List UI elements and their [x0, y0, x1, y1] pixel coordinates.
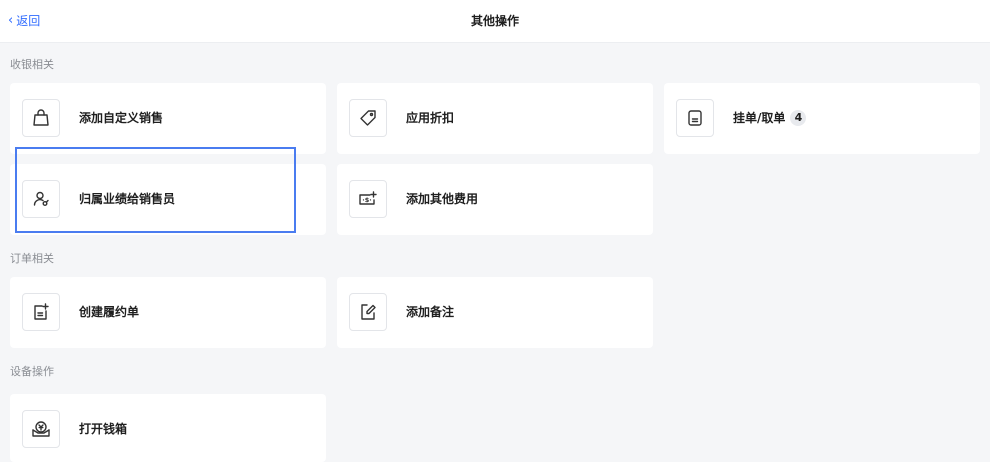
edit-note-icon	[349, 293, 387, 331]
add-note-label: 添加备注	[406, 305, 455, 319]
custom-sale-label: 添加自定义销售	[79, 111, 164, 125]
cash-drawer-icon	[22, 410, 60, 448]
hold-order-label: 挂单/取单 4	[733, 110, 807, 126]
document-icon	[676, 99, 714, 137]
create-fulfillment-label: 创建履约单	[79, 305, 140, 319]
document-add-icon	[22, 293, 60, 331]
hold-order-card[interactable]: 挂单/取单 4	[664, 83, 980, 154]
svg-text:·$·: ·$·	[362, 196, 371, 204]
shopping-bag-icon	[22, 99, 60, 137]
price-tag-icon	[349, 99, 387, 137]
section-title-checkout: 收银相关	[10, 58, 54, 71]
add-note-card[interactable]: 添加备注	[337, 277, 653, 348]
custom-sale-card[interactable]: 添加自定义销售	[10, 83, 326, 154]
section-title-order: 订单相关	[10, 252, 54, 265]
discount-label: 应用折扣	[406, 111, 455, 125]
open-cash-drawer-label: 打开钱箱	[79, 422, 128, 436]
section-title-device: 设备操作	[10, 365, 54, 378]
page-title: 其他操作	[470, 14, 519, 28]
other-fee-label: 添加其他费用	[406, 192, 479, 206]
open-cash-drawer-card[interactable]: 打开钱箱	[10, 394, 326, 462]
user-assign-icon	[22, 180, 60, 218]
assign-sales-label: 归属业绩给销售员	[79, 192, 176, 206]
create-fulfillment-card[interactable]: 创建履约单	[10, 277, 326, 348]
hold-order-count-badge: 4	[790, 110, 807, 126]
assign-sales-card[interactable]: 归属业绩给销售员	[10, 164, 326, 235]
top-bar: ‹ 返回 其他操作	[0, 0, 990, 43]
other-fee-card[interactable]: ·$· 添加其他费用	[337, 164, 653, 235]
hold-order-text: 挂单/取单	[733, 111, 786, 125]
money-add-icon: ·$·	[349, 180, 387, 218]
discount-card[interactable]: 应用折扣	[337, 83, 653, 154]
